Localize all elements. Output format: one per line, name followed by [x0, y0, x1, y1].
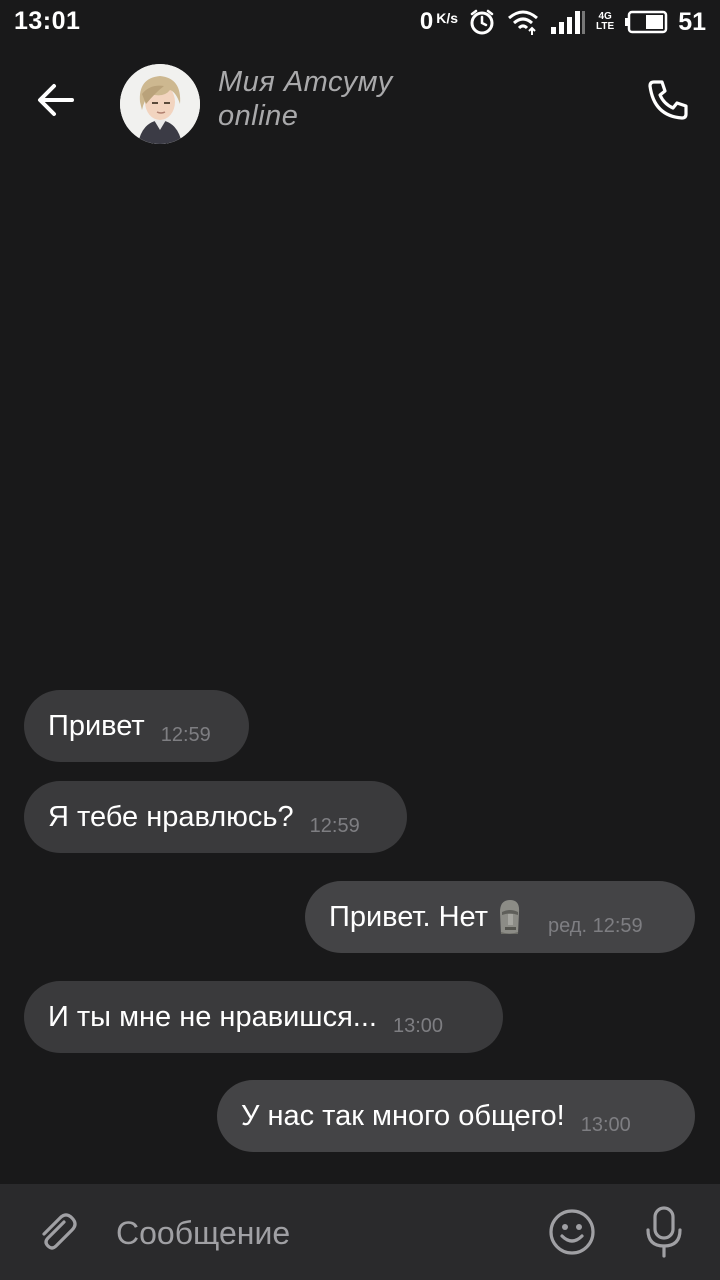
message-time: 12:59	[160, 723, 211, 746]
alarm-icon	[470, 9, 494, 35]
message-text: У нас так много общего!	[241, 1099, 565, 1132]
moai-emoji	[500, 900, 520, 934]
wifi-icon	[508, 10, 539, 35]
status-icons: 0 K/s 4G LTE 51	[420, 6, 706, 38]
chat-header: Мия Атсуму online	[0, 44, 720, 164]
net-speed-unit: K/s	[436, 10, 459, 26]
message-bubble-incoming[interactable]: Я тебе нравлюсь? 12:59	[24, 781, 407, 853]
battery-icon	[625, 10, 668, 34]
battery-percent: 51	[678, 7, 706, 36]
message-time: 12:59	[309, 814, 360, 837]
avatar[interactable]	[120, 64, 200, 144]
message-input-bar	[0, 1184, 720, 1280]
avatar-image	[120, 64, 200, 144]
message-bubble-outgoing[interactable]: У нас так много общего! 13:00	[217, 1080, 695, 1152]
message-text: И ты мне не нравишся...	[48, 1000, 377, 1033]
smiley-icon[interactable]	[546, 1206, 598, 1258]
message-text: Привет. Нет	[329, 900, 488, 933]
network-type: 4G LTE	[596, 12, 614, 32]
net-speed-value: 0	[419, 8, 434, 35]
status-bar: 13:01 0 K/s 4G LTE 51	[0, 0, 720, 44]
contact-name[interactable]: Мия Атсуму	[218, 66, 393, 99]
network-type-bottom: LTE	[596, 21, 615, 32]
phone-icon[interactable]	[644, 76, 692, 124]
paperclip-icon[interactable]	[34, 1208, 82, 1256]
message-time: ред. 12:59	[548, 914, 643, 937]
message-bubble-outgoing[interactable]: Привет. Нет ред. 12:59	[305, 881, 695, 953]
message-text: Я тебе нравлюсь?	[48, 800, 294, 833]
contact-status: online	[218, 100, 299, 132]
message-time: 13:00	[580, 1113, 631, 1136]
message-bubble-incoming[interactable]: Привет 12:59	[24, 690, 249, 762]
message-bubble-incoming[interactable]: И ты мне не нравишся... 13:00	[24, 981, 503, 1053]
signal-icon	[551, 11, 586, 34]
status-time: 13:01	[14, 7, 81, 35]
microphone-icon[interactable]	[642, 1204, 686, 1260]
message-input[interactable]	[114, 1204, 498, 1262]
back-arrow-icon[interactable]	[30, 74, 82, 126]
net-speed: 0 K/s	[420, 8, 458, 36]
message-time: 13:00	[392, 1014, 444, 1037]
message-text: Привет	[48, 709, 145, 742]
